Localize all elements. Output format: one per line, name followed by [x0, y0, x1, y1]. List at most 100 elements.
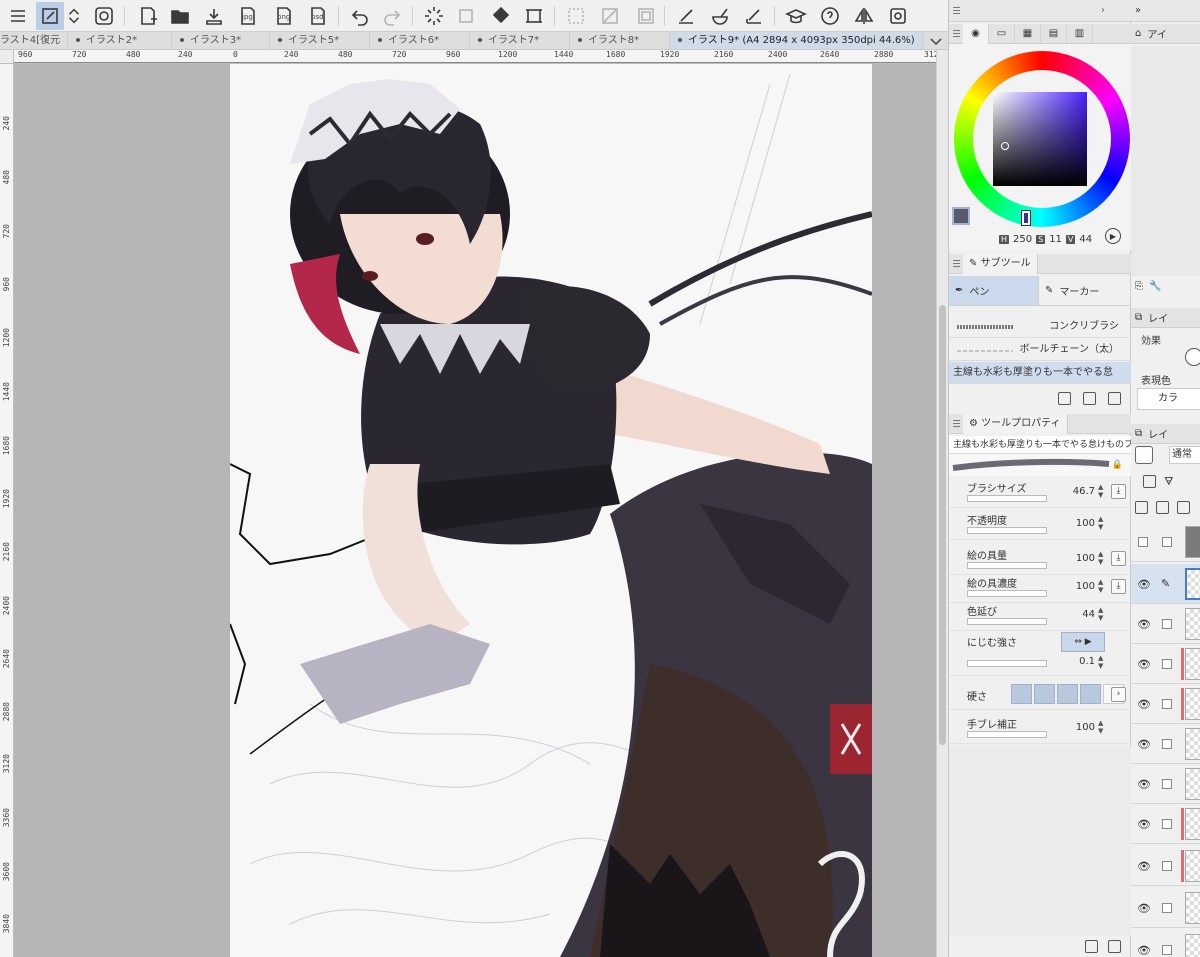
ref-layer-icon[interactable]: 🜃	[1164, 470, 1174, 492]
intermediate-color-tab-icon[interactable]: ▤	[1041, 23, 1067, 44]
color-set-tab-icon[interactable]: ▦	[1015, 23, 1041, 44]
learn-icon[interactable]	[782, 2, 810, 30]
stepper-icon[interactable]: ▲ ▼	[1098, 515, 1107, 533]
download-icon[interactable]: ⤓	[1111, 484, 1126, 499]
layer-props-icon[interactable]: ⎘	[1135, 281, 1143, 292]
tab-document[interactable]: イラスト3*	[172, 32, 270, 49]
redo-icon[interactable]	[378, 2, 406, 30]
expression-color-select[interactable]: カラ	[1137, 388, 1200, 410]
lock-checkbox[interactable]	[1162, 819, 1172, 829]
panel-grip[interactable]	[949, 254, 963, 274]
blur-mode-toggle[interactable]: ⇔ ▶	[1061, 632, 1105, 652]
visibility-checkbox[interactable]	[1138, 537, 1148, 547]
color-picker-cursor[interactable]	[1001, 142, 1009, 150]
layer-row[interactable]: 👁	[1131, 604, 1200, 644]
prop-paint-density[interactable]: 絵の具濃度 100 ▲ ▼ ⤓	[949, 573, 1131, 603]
prop-slider[interactable]	[967, 527, 1047, 534]
tab-document[interactable]: イラスト6*	[370, 32, 470, 49]
prop-slider[interactable]	[967, 590, 1047, 597]
blend-mode-select[interactable]: 通常	[1169, 446, 1200, 464]
brush-item-selected[interactable]: 主線も水彩も厚塗りも一本でやる怠	[949, 362, 1131, 384]
wrench-icon[interactable]	[1085, 940, 1098, 953]
lock-checkbox[interactable]	[1162, 659, 1172, 669]
subtool-tab-pen[interactable]: ✒ ペン	[949, 276, 1039, 306]
new-folder-icon[interactable]	[1156, 500, 1169, 514]
prop-color-stretch[interactable]: 色延び 44 ▲ ▼	[949, 601, 1131, 631]
prop-stabilization[interactable]: 手ブレ補正 100 ▲ ▼	[949, 714, 1131, 744]
brush-item[interactable]: ボールチェーン（太）	[949, 339, 1131, 361]
new-file-icon[interactable]	[134, 2, 162, 30]
drawing-canvas[interactable]	[230, 64, 872, 957]
prop-paint-amount[interactable]: 絵の具量 100 ▲ ▼ ⤓	[949, 545, 1131, 575]
crop-icon[interactable]	[520, 2, 548, 30]
transform-icon[interactable]	[420, 2, 448, 30]
scrollbar-thumb[interactable]	[939, 305, 946, 745]
jpg-export-icon[interactable]: jpg	[234, 2, 262, 30]
layer-row-selected[interactable]: 👁 ✎	[1131, 564, 1200, 604]
prop-blur-strength[interactable]: にじむ強さ ⇔ ▶ 0.1 ▲ ▼	[949, 632, 1131, 676]
stepper-icon[interactable]: ▲ ▼	[1098, 654, 1107, 672]
panel-grip[interactable]	[949, 414, 963, 434]
settings-icon[interactable]	[1108, 940, 1121, 953]
stepper-icon[interactable]: ▲ ▼	[1098, 550, 1107, 568]
layer-row[interactable]: 👁	[1131, 888, 1200, 928]
duplicate-icon[interactable]	[1083, 391, 1096, 405]
main-color-swatch[interactable]	[952, 207, 970, 225]
layer-icon[interactable]: ⧉	[1135, 312, 1142, 323]
pen-ruler-icon[interactable]	[672, 2, 700, 30]
effect-toggle[interactable]	[1185, 348, 1200, 366]
subtool-tab[interactable]: ✎ サブツール	[963, 253, 1038, 274]
approx-color-tab-icon[interactable]: ▥	[1067, 23, 1093, 44]
lock-checkbox[interactable]	[1162, 739, 1172, 749]
png-export-icon[interactable]: png	[270, 2, 298, 30]
prop-slider[interactable]	[967, 731, 1047, 738]
layer-row[interactable]: 👁	[1131, 724, 1200, 764]
prop-opacity[interactable]: 不透明度 100 ▲ ▼	[949, 510, 1131, 540]
color-wheel-tab-icon[interactable]: ◉	[963, 23, 989, 44]
clear-icon[interactable]	[452, 2, 480, 30]
play-icon[interactable]: ▶	[1105, 228, 1121, 244]
edit-icon[interactable]	[36, 2, 64, 30]
layer-row[interactable]: 👁	[1131, 764, 1200, 804]
tab-document-active[interactable]: イラスト9* (A4 2894 x 4093px 350dpi 44.6%)	[670, 32, 924, 49]
flip-icon[interactable]	[850, 2, 878, 30]
tab-document[interactable]: イラスト5*	[270, 32, 370, 49]
eye-icon[interactable]: 👁	[1137, 902, 1151, 915]
stepper-icon[interactable]: ▲ ▼	[1098, 719, 1107, 737]
menu-icon[interactable]	[4, 2, 32, 30]
eye-icon[interactable]: 👁	[1137, 944, 1151, 957]
new-layer-icon[interactable]	[1135, 500, 1148, 514]
lock-checkbox[interactable]	[1162, 945, 1172, 955]
help-icon[interactable]	[816, 2, 844, 30]
layer-row[interactable]: 👁	[1131, 684, 1200, 724]
download-icon[interactable]: ⤓	[1111, 551, 1126, 566]
collapse-icon[interactable]: »	[1135, 5, 1141, 16]
layer-row[interactable]: 👁	[1131, 804, 1200, 844]
lock-checkbox[interactable]	[1162, 619, 1172, 629]
lock-checkbox[interactable]	[1162, 779, 1172, 789]
ruler-icon[interactable]	[740, 2, 768, 30]
hue-marker[interactable]	[1022, 211, 1030, 225]
layer-row[interactable]: 👁	[1131, 644, 1200, 684]
stepper-icon[interactable]: ▲ ▼	[1098, 606, 1107, 624]
layer-row[interactable]	[1131, 522, 1200, 562]
eye-icon[interactable]: 👁	[1137, 618, 1151, 631]
subtool-tab-marker[interactable]: ✎ マーカー	[1039, 276, 1131, 306]
tab-document[interactable]: イラスト2*	[68, 32, 172, 49]
lock-checkbox[interactable]	[1162, 537, 1172, 547]
wrench-icon[interactable]: 🔧	[1149, 281, 1161, 292]
navigator-icon[interactable]: ⌂	[1135, 28, 1141, 39]
toolprop-tab[interactable]: ⚙ ツールプロパティ	[963, 413, 1068, 434]
layer-row[interactable]: 👁	[1131, 846, 1200, 886]
eye-icon[interactable]: 👁	[1137, 778, 1151, 791]
spiral-icon[interactable]	[90, 2, 118, 30]
eye-icon[interactable]: 👁	[1137, 658, 1151, 671]
layer-row[interactable]: 👁	[1131, 930, 1200, 957]
open-file-icon[interactable]	[166, 2, 194, 30]
canvas-workspace[interactable]	[14, 64, 936, 957]
stepper-icon[interactable]: ▲ ▼	[1098, 578, 1107, 596]
eye-icon[interactable]: 👁	[1137, 698, 1151, 711]
save-icon[interactable]	[200, 2, 228, 30]
prop-slider[interactable]	[967, 495, 1047, 502]
prop-slider[interactable]	[967, 660, 1047, 667]
